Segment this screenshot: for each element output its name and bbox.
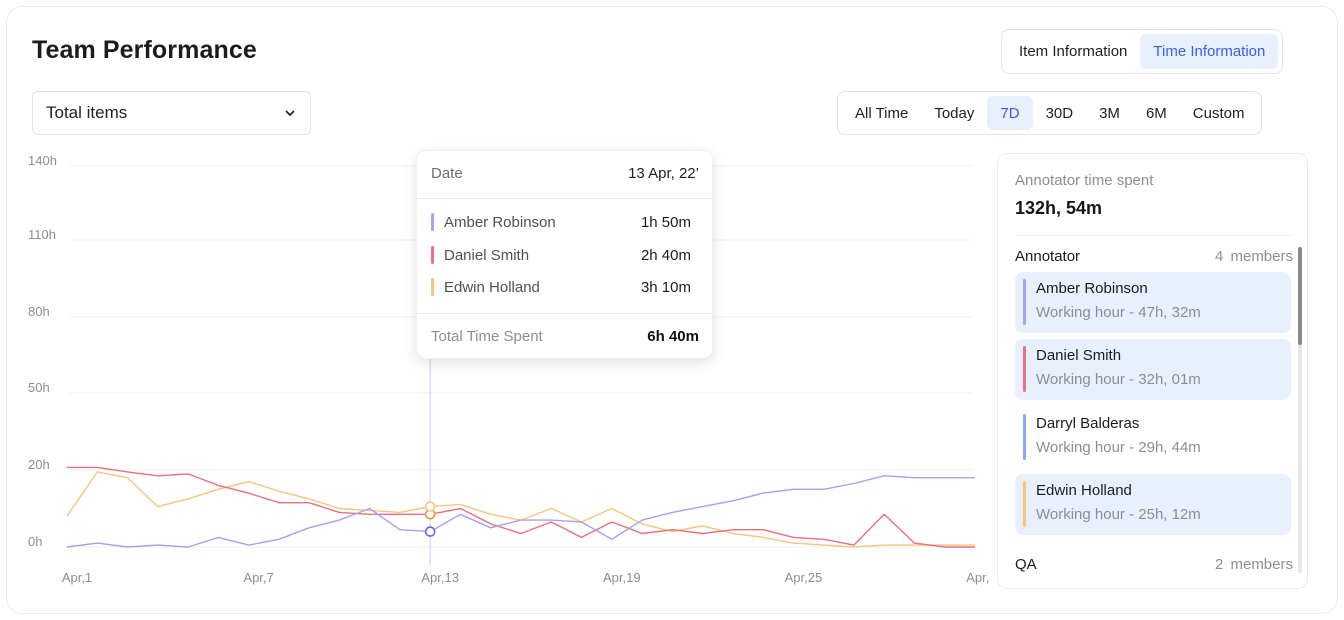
tooltip-series-name: Daniel Smith [444,246,530,264]
date-range-tab-group: All Time Today 7D 30D 3M 6M Custom [837,91,1263,135]
x-tick-label: Apr,1 [62,570,92,585]
tooltip-series-value: 1h 50m [640,213,691,231]
member-item[interactable]: Darryl Balderas Working hour - 29h, 44m [1015,407,1291,468]
member-item[interactable]: Edwin Holland Working hour - 25h, 12m [1015,474,1291,535]
panel-scrollbar-thumb[interactable] [1298,247,1302,345]
group-header-qa: QA 2 members [1015,556,1293,573]
x-tick-label: Apr,31 [966,570,990,585]
series-line-edwin-holland [66,471,975,548]
member-color-bar [1023,346,1026,392]
y-tick-label: 20h [28,457,50,472]
range-30d[interactable]: 30D [1033,96,1087,130]
metric-dropdown[interactable]: Total items [32,91,311,135]
group-name: QA [1015,556,1037,573]
y-tick-label: 80h [28,304,50,319]
page-title: Team Performance [32,36,257,64]
member-name: Darryl Balderas [1036,415,1140,432]
hover-point-marker [424,526,436,537]
panel-label: Annotator time spent [1015,172,1154,189]
tooltip-total-label: Total Time Spent [431,328,543,345]
x-tick-label: Apr,7 [243,570,273,585]
panel-divider [1015,235,1293,236]
range-all-time[interactable]: All Time [842,96,921,130]
member-color-bar [1023,279,1026,325]
range-3m[interactable]: 3M [1086,96,1133,130]
series-line-amber-robinson [66,475,975,548]
tooltip-row: Amber Robinson 1h 50m [431,213,699,231]
tooltip-divider [417,198,712,199]
tooltip-series-value: 3h 10m [640,278,691,296]
y-tick-label: 50h [28,380,50,395]
member-hours: Working hour - 32h, 01m [1036,371,1201,388]
chart-tooltip: Date 13 Apr, 22’ Amber Robinson 1h 50m D… [416,150,713,359]
tooltip-series-name: Amber Robinson [444,213,556,231]
member-item[interactable]: Amber Robinson Working hour - 47h, 32m [1015,272,1291,333]
range-7d[interactable]: 7D [987,96,1033,130]
range-today[interactable]: Today [921,96,987,130]
member-name: Amber Robinson [1036,280,1148,297]
y-tick-label: 140h [28,153,57,168]
y-tick-label: 0h [28,534,42,549]
member-name: Edwin Holland [1036,482,1132,499]
member-hours: Working hour - 25h, 12m [1036,506,1201,523]
panel-total-time: 132h, 54m [1015,198,1103,218]
x-tick-label: Apr,19 [603,570,641,585]
tooltip-series-value: 2h 40m [640,246,691,264]
y-tick-label: 110h [28,227,56,242]
tooltip-total-value: 6h 40m [647,328,699,345]
member-color-bar [1023,414,1026,460]
tooltip-date-value: 13 Apr, 22’ [628,165,699,182]
group-header-annotator: Annotator 4 members [1015,248,1293,265]
series-color-swatch [431,278,434,296]
series-color-swatch [431,213,434,231]
range-custom[interactable]: Custom [1180,96,1258,130]
tooltip-row: Daniel Smith 2h 40m [431,246,699,264]
member-item[interactable]: Daniel Smith Working hour - 32h, 01m [1015,339,1291,400]
member-hours: Working hour - 29h, 44m [1036,439,1201,456]
tab-time-information[interactable]: Time Information [1140,34,1279,69]
member-color-bar [1023,481,1026,527]
series-color-swatch [431,246,434,264]
hover-point-marker [424,501,436,512]
range-6m[interactable]: 6M [1133,96,1180,130]
chevron-down-icon [284,107,296,119]
group-name: Annotator [1015,248,1081,265]
member-hours: Working hour - 47h, 32m [1036,304,1201,321]
x-tick-label: Apr,25 [785,570,823,585]
group-member-count: 4 members [1214,248,1293,265]
tooltip-divider [417,313,712,314]
group-member-count: 2 members [1214,556,1293,573]
metric-dropdown-value: Total items [46,103,128,122]
info-tab-group: Item Information Time Information [1001,29,1284,74]
tooltip-date-label: Date [431,165,463,182]
time-spent-panel: Annotator time spent 132h, 54m Annotator… [997,153,1308,589]
member-name: Daniel Smith [1036,347,1122,364]
x-tick-label: Apr,13 [421,570,459,585]
series-line-daniel-smith [67,466,975,548]
tab-item-information[interactable]: Item Information [1006,34,1140,69]
tooltip-series-name: Edwin Holland [444,278,540,296]
tooltip-row: Edwin Holland 3h 10m [431,278,699,296]
